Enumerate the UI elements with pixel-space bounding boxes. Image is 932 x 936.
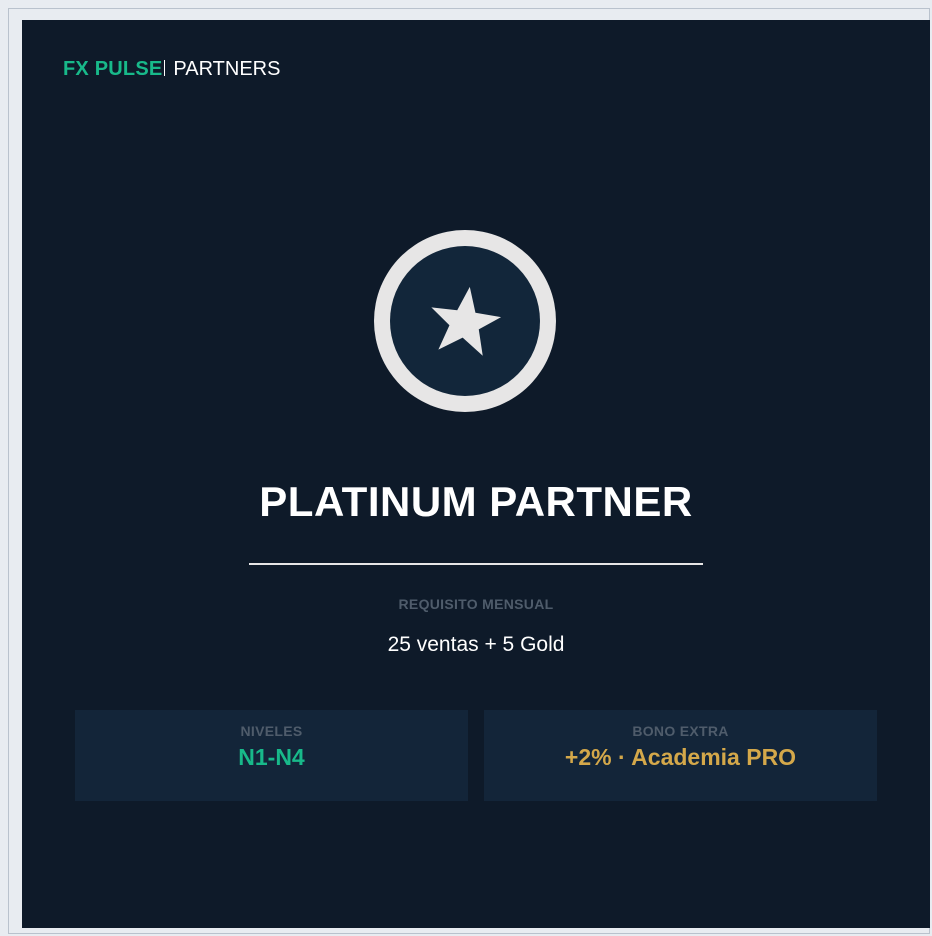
- tier-badge: [374, 230, 556, 412]
- title-divider: [249, 563, 703, 565]
- star-icon: [431, 286, 502, 356]
- bonus-label: BONO EXTRA: [632, 723, 729, 739]
- requirement-label: REQUISITO MENSUAL: [398, 596, 554, 612]
- tier-badge-inner: [390, 246, 540, 396]
- bonus-value: +2% · Academia PRO: [564, 744, 797, 770]
- brand-separator: [164, 60, 166, 76]
- requirement-value: 25 ventas + 5 Gold: [387, 633, 565, 656]
- brand-logo: FX PULSE PARTNERS: [63, 58, 280, 81]
- tier-title: PLATINUM PARTNER: [259, 478, 693, 525]
- partner-tier-card: FX PULSE PARTNERS PLATINUM PARTNER REQUI…: [22, 20, 930, 928]
- brand-suffix: PARTNERS: [173, 58, 281, 80]
- levels-label: NIVELES: [240, 723, 303, 739]
- levels-panel: NIVELES N1-N4: [75, 710, 468, 801]
- brand-name: FX PULSE: [63, 58, 163, 80]
- bonus-panel: BONO EXTRA +2% · Academia PRO: [484, 710, 877, 801]
- levels-value: N1-N4: [238, 744, 305, 770]
